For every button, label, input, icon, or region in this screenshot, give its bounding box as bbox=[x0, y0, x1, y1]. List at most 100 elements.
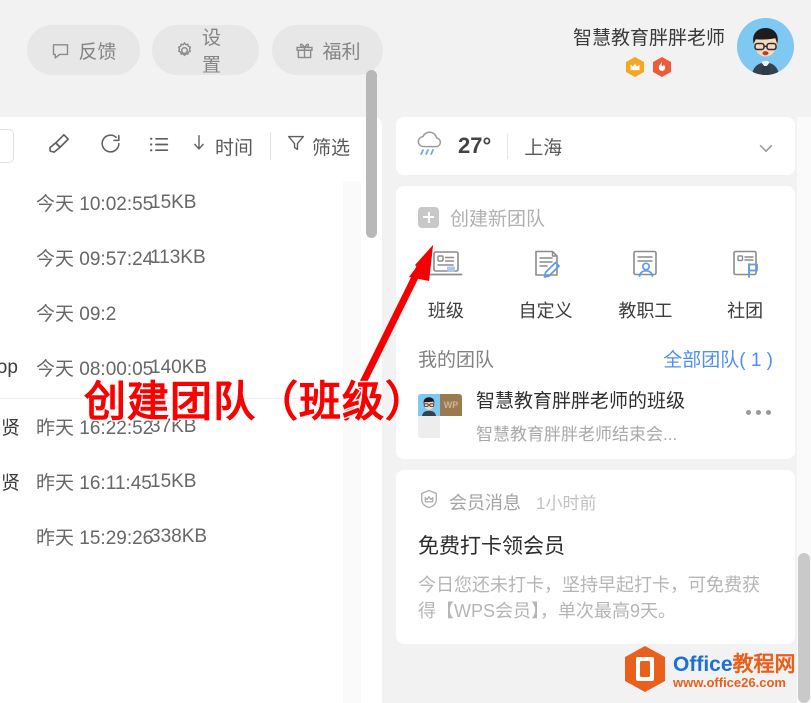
create-team-label: 创建新团队 bbox=[450, 208, 546, 230]
file-size: 37KB bbox=[150, 415, 197, 437]
crown-shield-icon bbox=[418, 488, 440, 515]
my-teams-title: 我的团队 bbox=[418, 350, 495, 371]
filter-button[interactable]: 筛选 bbox=[285, 131, 350, 161]
table-row[interactable]: 期 昨天 15:29:26 338KB bbox=[0, 509, 362, 564]
more-dots-icon[interactable] bbox=[746, 410, 771, 415]
watermark-url: www.office26.com bbox=[673, 674, 786, 690]
filter-icon bbox=[285, 131, 307, 161]
team-type-label: 社团 bbox=[727, 301, 764, 321]
table-row[interactable]: 奉贤 昨天 16:11:45 15KB bbox=[0, 454, 362, 509]
team-type-label: 教职工 bbox=[618, 301, 673, 321]
list-item[interactable]: WP 智慧教育胖胖老师的班级 智慧教育胖胖老师结束会... bbox=[396, 372, 795, 445]
file-pane: 时间 筛选 告 今天 10:02:55 15KB 告 今天 09:57:2 bbox=[0, 117, 382, 703]
refresh-button[interactable] bbox=[98, 131, 123, 162]
file-list-scrollbar-track[interactable] bbox=[343, 181, 361, 703]
app-root: 反馈 设置 福利 智慧教育胖胖老师 时间 筛选 今天 10:02:55 15KB… bbox=[0, 0, 811, 703]
gear-icon bbox=[174, 40, 195, 61]
file-toolbar: 时间 筛选 bbox=[0, 117, 382, 175]
weather-card[interactable]: 27° 上海 bbox=[396, 117, 795, 175]
watermark-brand-cn: 教程网 bbox=[732, 652, 796, 676]
team-avatar-blank-tile bbox=[418, 415, 440, 438]
file-list: 告 今天 10:02:55 15KB 告 今天 09:57:24 113KB 告… bbox=[0, 175, 362, 564]
list-view-button[interactable] bbox=[146, 132, 171, 163]
top-bar: 反馈 设置 福利 智慧教育胖胖老师 bbox=[0, 0, 811, 108]
watermark-texts: Office教程网 www.office26.com bbox=[673, 652, 796, 690]
all-teams-link[interactable]: 全部团队( 1 ) bbox=[663, 345, 773, 372]
brush-button[interactable] bbox=[46, 131, 72, 163]
file-name: 奉贤 bbox=[0, 473, 21, 494]
watermark-brand: Office bbox=[673, 652, 733, 676]
rain-cloud-icon bbox=[412, 129, 448, 164]
gift-icon bbox=[294, 40, 315, 61]
weather-city: 上海 bbox=[524, 137, 563, 159]
file-time: 今天 08:00:05 bbox=[36, 359, 154, 380]
member-message-header: 会员消息 1小时前 bbox=[418, 488, 773, 515]
team-type-custom[interactable]: 自定义 bbox=[496, 248, 596, 323]
team-type-list: 班级 自定义 教职工 社团 bbox=[396, 232, 795, 323]
club-flag-icon bbox=[726, 248, 764, 289]
welfare-label: 福利 bbox=[322, 41, 361, 63]
weather-divider bbox=[507, 133, 509, 159]
file-list-scrollbar-thumb[interactable] bbox=[366, 70, 377, 238]
settings-label: 设置 bbox=[202, 28, 222, 76]
file-time: 今天 09:57:24 bbox=[36, 249, 154, 270]
file-time: 今天 10:02:55 bbox=[36, 194, 154, 215]
member-message-source: 会员消息 bbox=[449, 492, 521, 513]
member-message-time: 1小时前 bbox=[536, 494, 597, 513]
weather-temperature: 27° bbox=[458, 133, 492, 158]
file-size: 15KB bbox=[150, 191, 197, 213]
feedback-label: 反馈 bbox=[78, 41, 117, 63]
user-block[interactable]: 智慧教育胖胖老师 bbox=[573, 18, 794, 83]
file-name: 期 bbox=[0, 523, 34, 550]
team-type-label: 班级 bbox=[427, 301, 464, 321]
team-avatar-wps-tile: WP bbox=[440, 393, 462, 416]
chevron-down-icon[interactable] bbox=[755, 137, 777, 164]
member-message-body: 今日您还未打卡，坚持早起打卡，可免费获得【WPS会员】，单次最高9天。 bbox=[418, 575, 760, 622]
team-avatar-empty-tile bbox=[440, 415, 462, 438]
toolbar-divider bbox=[270, 132, 271, 160]
file-size: 140KB bbox=[150, 356, 208, 378]
table-row[interactable]: 告 今天 09:2 bbox=[0, 285, 362, 340]
file-time: 昨天 16:11:45 bbox=[36, 473, 152, 494]
table-row[interactable]: 告 今天 09:57:24 113KB bbox=[0, 230, 362, 285]
toolbar-left-box[interactable] bbox=[0, 129, 14, 163]
my-teams-header: 我的团队 全部团队( 1 ) bbox=[396, 323, 795, 372]
team-panel-card: 创建新团队 班级 自定义 教职工 社团 我的团队 全部团队(1) WP 智慧… bbox=[396, 186, 795, 459]
brush-icon bbox=[46, 131, 72, 163]
file-name: 告 bbox=[0, 244, 34, 271]
file-name: 告 bbox=[0, 189, 34, 216]
avatar[interactable] bbox=[737, 18, 794, 75]
feedback-button[interactable]: 反馈 bbox=[27, 25, 140, 75]
table-row[interactable]: ktop 今天 08:00:05 140KB bbox=[0, 340, 362, 395]
file-time: 今天 09:2 bbox=[36, 304, 117, 325]
file-time: 昨天 16:22:52 bbox=[36, 418, 154, 439]
team-type-class[interactable]: 班级 bbox=[396, 248, 496, 323]
user-badges bbox=[625, 56, 672, 83]
crown-badge-icon[interactable] bbox=[625, 56, 645, 83]
settings-button[interactable]: 设置 bbox=[152, 25, 259, 76]
file-name: 奉贤 bbox=[0, 418, 21, 439]
welfare-button[interactable]: 福利 bbox=[272, 25, 383, 75]
member-message-card[interactable]: 会员消息 1小时前 免费打卡领会员 今日您还未打卡，坚持早起打卡，可免费获得【W… bbox=[396, 470, 795, 645]
team-avatar-photo bbox=[418, 393, 440, 416]
team-subtitle: 智慧教育胖胖老师结束会... bbox=[476, 425, 678, 444]
create-team-row[interactable]: 创建新团队 bbox=[396, 202, 795, 232]
team-type-staff[interactable]: 教职工 bbox=[596, 248, 696, 323]
team-texts: 智慧教育胖胖老师的班级 智慧教育胖胖老师结束会... bbox=[476, 386, 685, 445]
team-name: 智慧教育胖胖老师的班级 bbox=[476, 391, 686, 412]
right-column-scrollbar-thumb[interactable] bbox=[798, 553, 810, 703]
team-type-club[interactable]: 社团 bbox=[695, 248, 795, 323]
table-row[interactable]: 告 今天 10:02:55 15KB bbox=[0, 175, 362, 230]
flame-badge-icon[interactable] bbox=[652, 56, 672, 83]
chat-bubble-icon bbox=[50, 40, 71, 61]
plus-square-icon[interactable] bbox=[418, 206, 439, 228]
table-row[interactable]: 奉贤 昨天 16:22:52 37KB bbox=[0, 399, 362, 454]
staff-person-icon bbox=[626, 248, 664, 289]
sort-time-button[interactable]: 时间 bbox=[188, 131, 253, 161]
class-board-icon bbox=[427, 248, 465, 289]
file-size: 338KB bbox=[150, 525, 208, 547]
custom-pencil-icon bbox=[527, 248, 565, 289]
user-name: 智慧教育胖胖老师 bbox=[572, 28, 725, 49]
filter-label: 筛选 bbox=[312, 137, 351, 159]
list-view-icon bbox=[146, 132, 171, 163]
